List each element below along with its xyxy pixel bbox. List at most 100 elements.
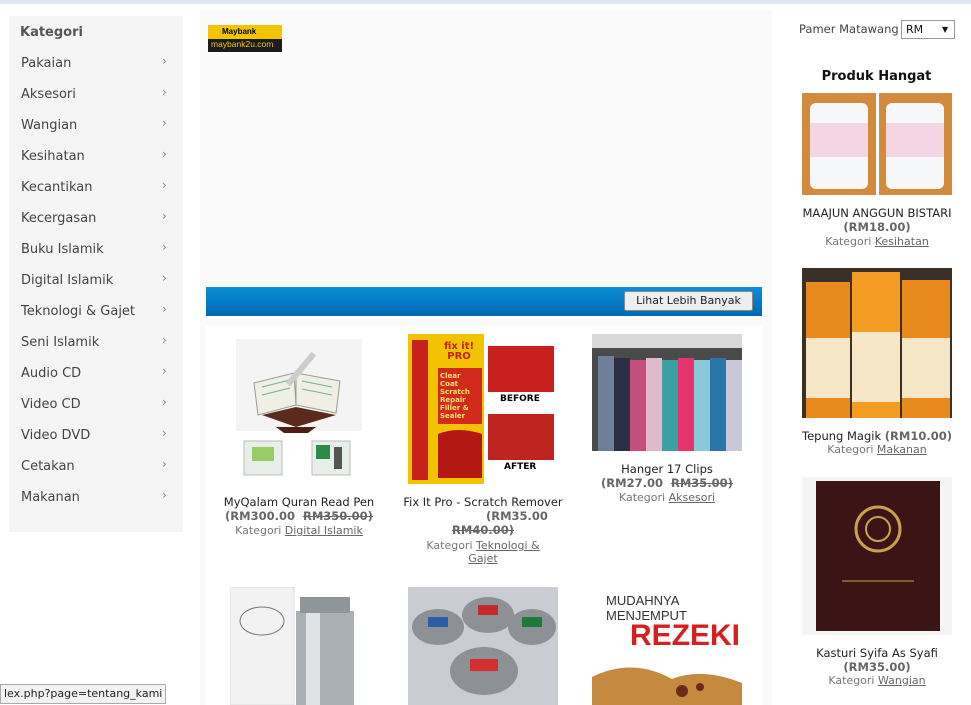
category-prefix: Kategori — [618, 491, 666, 504]
sidebar-item-video-dvd[interactable]: Video DVD › — [9, 420, 183, 451]
sidebar-item-label: Video DVD — [21, 428, 91, 443]
product-name[interactable]: MyQalam Quran Read Pen — [216, 495, 382, 509]
category-link[interactable]: Aksesori — [669, 491, 715, 504]
chevron-right-icon: › — [162, 240, 167, 254]
hot-product-image-kasturi[interactable] — [802, 477, 952, 635]
hot-product-price: (RM18.00) — [843, 220, 911, 234]
chevron-right-icon: › — [162, 178, 167, 192]
hot-product-image-tepung[interactable] — [802, 268, 952, 418]
product-category-row: Kategori Teknologi & Gajet — [420, 539, 546, 565]
sidebar-item-audio-cd[interactable]: Audio CD › — [9, 358, 183, 389]
category-prefix: Kategori — [828, 674, 875, 687]
category-link[interactable]: Wangian — [878, 674, 926, 687]
product-name[interactable]: Fix It Pro - Scratch Remover — [400, 495, 566, 509]
currency-value: RM — [906, 23, 924, 36]
category-prefix: Kategori — [827, 443, 874, 456]
sidebar-item-video-cd[interactable]: Video CD › — [9, 389, 183, 420]
category-link[interactable]: Makanan — [877, 443, 927, 456]
sidebar-item-label: Seni Islamik — [21, 335, 100, 350]
sidebar-item-digital-islamik[interactable]: Digital Islamik › — [9, 265, 183, 296]
sidebar-item-label: Digital Islamik — [21, 273, 114, 288]
sidebar-item-wangian[interactable]: Wangian › — [9, 110, 183, 141]
product-old-price: RM350.00) — [303, 509, 373, 523]
product-old-price: RM35.00) — [671, 476, 733, 490]
chevron-right-icon: › — [162, 302, 167, 316]
category-prefix: Kategori — [825, 235, 872, 248]
product-price-row: (RM300.00 RM350.00) — [216, 509, 382, 523]
chevron-right-icon: › — [162, 271, 167, 285]
sidebar-item-label: Cetakan — [21, 459, 75, 474]
sidebar-item-label: Audio CD — [21, 366, 82, 381]
sidebar-item-kecantikan[interactable]: Kecantikan › — [9, 172, 183, 203]
product-image-hanger[interactable] — [592, 334, 742, 451]
sidebar-item-label: Teknologi & Gajet — [21, 304, 136, 319]
product-image-book-rezeki[interactable]: MUDAHNYA MENJEMPUT REZEKI — [592, 587, 742, 705]
hot-product-name-row: Tepung Magik (RM10.00) — [800, 429, 954, 443]
sidebar-item-label: Aksesori — [21, 87, 76, 102]
sidebar-item-cetakan[interactable]: Cetakan › — [9, 451, 183, 482]
hot-product-price: (RM10.00) — [884, 429, 952, 443]
chevron-right-icon: › — [162, 116, 167, 130]
product-price: (RM300.00 — [225, 509, 295, 523]
logo-brand: Maybank — [222, 27, 257, 36]
product-image-myqalam[interactable] — [232, 335, 366, 480]
currency-select[interactable]: RM ▼ — [901, 20, 955, 39]
before-label: BEFORE — [500, 394, 540, 404]
sidebar-item-kesihatan[interactable]: Kesihatan › — [9, 141, 183, 172]
chevron-right-icon: › — [162, 209, 167, 223]
hot-product-name[interactable]: Tepung Magik — [802, 429, 881, 443]
chevron-down-icon: ▼ — [942, 25, 949, 34]
sidebar-title: Kategori — [20, 25, 83, 40]
hot-product-image-maajun[interactable] — [802, 93, 952, 195]
sidebar-item-kecergasan[interactable]: Kecergasan › — [9, 203, 183, 234]
sidebar-item-label: Kecergasan — [21, 211, 97, 226]
hot-product-name[interactable]: Kasturi Syifa As Syafi — [800, 646, 954, 660]
hot-product-category-row: Kategori Makanan — [800, 443, 954, 456]
chevron-right-icon: › — [162, 54, 167, 68]
chevron-right-icon: › — [162, 147, 167, 161]
product-image-fix-it-pro[interactable]: fix it! PRO Clear Coat Scratch Repair Fi… — [408, 334, 558, 484]
category-sidebar: Kategori Pakaian › Aksesori › Wangian › Kes… — [9, 16, 183, 532]
hot-product-category-row: Kategori Wangian — [800, 674, 954, 687]
logo-url: maybank2u.com — [211, 39, 274, 49]
category-link[interactable]: Digital Islamik — [285, 524, 363, 537]
product-category-row: Kategori Aksesori — [584, 491, 750, 504]
sidebar-item-pakaian[interactable]: Pakaian › — [9, 48, 183, 79]
chevron-right-icon: › — [162, 395, 167, 409]
top-border — [0, 0, 971, 4]
sidebar-item-label: Buku Islamik — [21, 242, 104, 257]
product-price: (RM35.00 — [486, 509, 548, 523]
product-price-row: RM40.00) — [400, 523, 566, 537]
maybank-logo[interactable]: Maybank maybank2u.com — [208, 25, 282, 52]
product-price: (RM27.00 — [601, 476, 663, 490]
sidebar-item-label: Kesihatan — [21, 149, 85, 164]
product-image-skincare[interactable] — [230, 587, 368, 705]
category-prefix: Kategori — [426, 539, 473, 552]
chevron-right-icon: › — [162, 364, 167, 378]
product-name[interactable]: Hanger 17 Clips — [584, 462, 750, 476]
sidebar-item-label: Pakaian — [21, 56, 72, 71]
sidebar-item-label: Wangian — [21, 118, 78, 133]
see-more-button[interactable]: Lihat Lebih Banyak — [624, 291, 753, 311]
sidebar-item-teknologi-gajet[interactable]: Teknologi & Gajet › — [9, 296, 183, 327]
product-image-car-usb[interactable] — [408, 587, 558, 705]
product-price-row: (RM27.00 RM35.00) — [584, 476, 750, 490]
product-old-price: RM40.00) — [452, 523, 514, 537]
sidebar-item-label: Makanan — [21, 490, 80, 505]
fixit-brand-text: fix it! PRO — [443, 341, 475, 362]
sidebar-item-makanan[interactable]: Makanan › — [9, 482, 183, 513]
category-link[interactable]: Kesihatan — [875, 235, 929, 248]
chevron-right-icon: › — [162, 426, 167, 440]
category-link[interactable]: Teknologi & Gajet — [468, 539, 539, 565]
sidebar-item-seni-islamik[interactable]: Seni Islamik › — [9, 327, 183, 358]
sidebar-item-aksesori[interactable]: Aksesori › — [9, 79, 183, 110]
chevron-right-icon: › — [162, 457, 167, 471]
sidebar-item-label: Video CD — [21, 397, 81, 412]
hot-product-name[interactable]: MAAJUN ANGGUN BISTARI — [800, 206, 954, 220]
chevron-right-icon: › — [162, 488, 167, 502]
chevron-right-icon: › — [162, 333, 167, 347]
hot-products-title: Produk Hangat — [821, 69, 932, 84]
chevron-right-icon: › — [162, 85, 167, 99]
sidebar-item-buku-islamik[interactable]: Buku Islamik › — [9, 234, 183, 265]
after-label: AFTER — [504, 462, 537, 472]
